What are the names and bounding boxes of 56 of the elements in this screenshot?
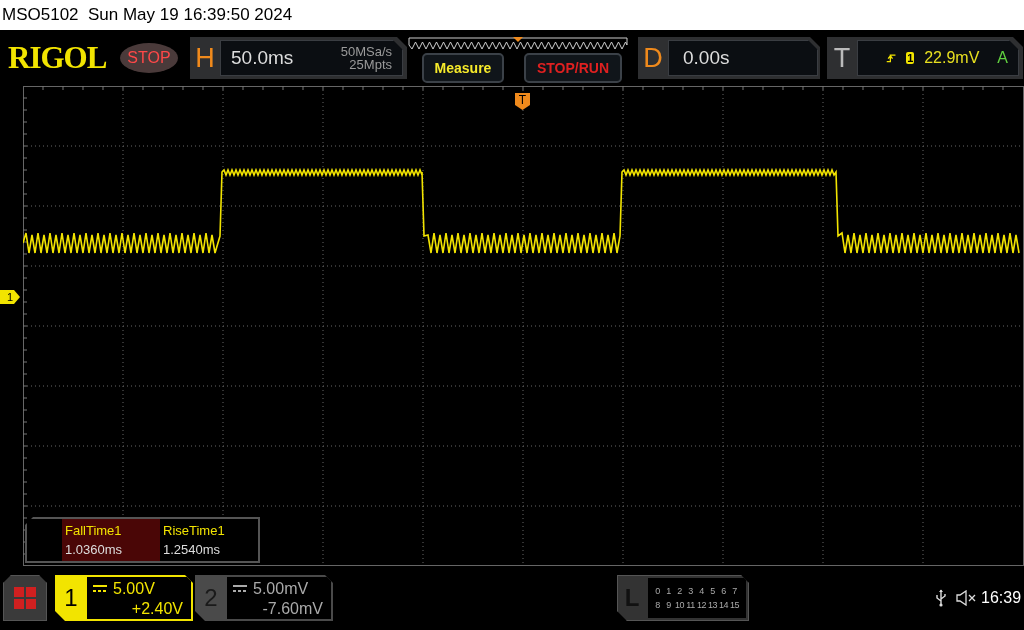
vertical-scale: 5.00mV — [253, 579, 309, 599]
trigger-mode: A — [997, 49, 1008, 67]
logic-channel-number: 14 — [718, 600, 729, 610]
memory-depth: 25Mpts — [349, 58, 392, 71]
measurement-item[interactable]: RiseTime1 1.2540ms — [160, 519, 258, 561]
timebase-value: 50.0ms — [231, 47, 294, 69]
measurement-value: 1.0360ms — [65, 542, 124, 557]
logic-channel-number: 5 — [709, 586, 716, 596]
dc-coupling-icon — [233, 585, 247, 593]
menu-button[interactable] — [3, 575, 47, 621]
measurement-name: RiseTime1 — [163, 523, 226, 538]
logic-channel-number: 3 — [687, 586, 694, 596]
vertical-offset: +2.40V — [131, 599, 183, 619]
logic-channel-number: 9 — [665, 600, 672, 610]
brand-logo: RIGOL — [8, 40, 108, 76]
logic-channel-number: 1 — [665, 586, 672, 596]
horizontal-panel[interactable]: H 50.0ms 50MSa/s 25Mpts — [190, 37, 407, 79]
run-state-indicator: STOP — [120, 43, 178, 73]
vertical-offset: -7.60mV — [262, 599, 323, 619]
horizontal-label: H — [194, 42, 216, 74]
logic-channel-number: 8 — [654, 600, 661, 610]
logic-channel-number: 11 — [685, 600, 696, 610]
usb-icon — [935, 589, 947, 607]
trigger-panel[interactable]: T 1 22.9mV A — [827, 37, 1023, 79]
trigger-level: 22.9mV — [924, 49, 980, 67]
trigger-source-badge: 1 — [906, 52, 915, 64]
logic-channel-number: 15 — [729, 600, 740, 610]
delay-label: D — [642, 42, 664, 74]
logic-channel-number: 7 — [731, 586, 738, 596]
channel-marker[interactable]: 1 — [0, 290, 20, 304]
dc-coupling-icon — [93, 585, 107, 593]
rising-edge-icon — [886, 51, 897, 65]
delay-panel[interactable]: D 0.00s — [638, 37, 820, 79]
clock-time: 16:39 — [981, 589, 1022, 607]
channel-number: 1 — [63, 583, 79, 613]
sample-rate: 50MSa/s — [340, 45, 392, 58]
title-bar-text: MSO5102 Sun May 19 16:39:50 2024 — [2, 5, 293, 25]
trigger-label: T — [832, 42, 852, 74]
logic-channel-number: 12 — [696, 600, 707, 610]
logic-channel-number: 4 — [698, 586, 705, 596]
logic-channel-number: 10 — [674, 600, 685, 610]
measurement-item[interactable]: FallTime1 1.0360ms — [62, 519, 160, 561]
logic-channel-number: 0 — [654, 586, 661, 596]
speaker-muted-icon — [956, 590, 978, 606]
measurement-name: FallTime1 — [65, 523, 123, 538]
stop-run-button[interactable]: STOP/RUN — [524, 53, 622, 83]
channel-panel[interactable]: 1 5.00V +2.40V — [55, 575, 193, 621]
trigger-position-marker[interactable]: T — [515, 93, 530, 110]
measurement-value: 1.2540ms — [163, 542, 222, 557]
delay-value: 0.00s — [683, 47, 730, 69]
vertical-scale: 5.00V — [113, 579, 155, 599]
logic-channel-number: 13 — [707, 600, 718, 610]
measure-button[interactable]: Measure — [422, 53, 504, 83]
grid-menu-icon — [14, 587, 36, 609]
logic-channel-number: 2 — [676, 586, 683, 596]
logic-channel-number: 6 — [720, 586, 727, 596]
